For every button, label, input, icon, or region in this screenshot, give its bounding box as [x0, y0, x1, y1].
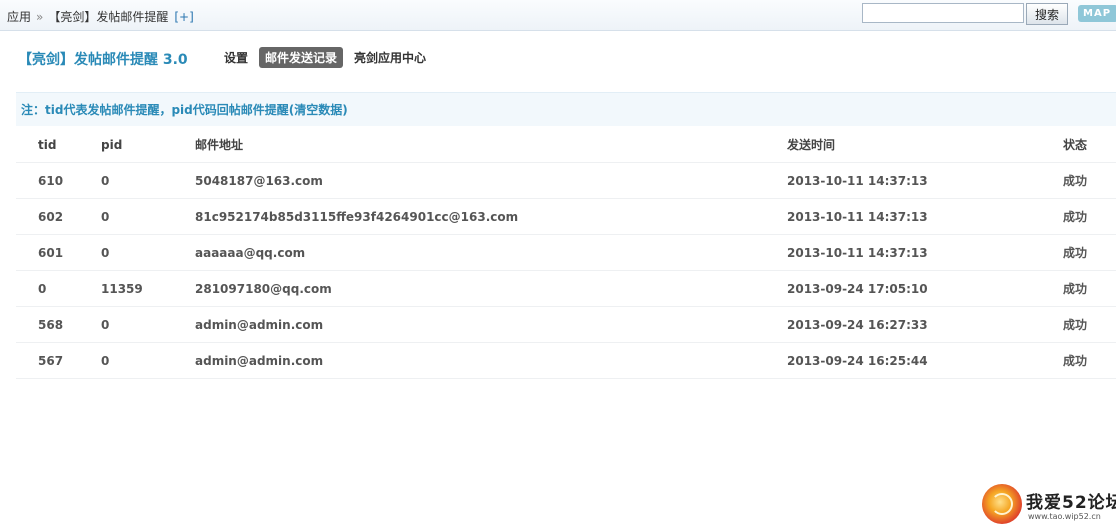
cell-time: 2013-10-11 14:37:13: [787, 198, 1063, 235]
search-button[interactable]: 搜索: [1026, 3, 1068, 25]
search-input[interactable]: [862, 3, 1024, 23]
tab-app-center[interactable]: 亮剑应用中心: [348, 47, 432, 68]
header-pid: pid: [101, 127, 195, 163]
cell-pid: 0: [101, 306, 195, 343]
page-title: 【亮剑】发帖邮件提醒 3.0: [18, 52, 188, 68]
breadcrumb-root-link[interactable]: 应用: [7, 10, 31, 24]
cell-time: 2013-09-24 16:25:44: [787, 342, 1063, 379]
cell-status: 成功: [1063, 234, 1116, 271]
table-row: 601 0 aaaaaa@qq.com 2013-10-11 14:37:13 …: [16, 234, 1116, 271]
table-row: 610 0 5048187@163.com 2013-10-11 14:37:1…: [16, 162, 1116, 199]
cell-email: admin@admin.com: [195, 306, 787, 343]
watermark-name: 我爱52论坛: [1026, 493, 1116, 513]
cell-email: 281097180@qq.com: [195, 270, 787, 307]
header-status: 状态: [1063, 127, 1116, 163]
cell-pid: 0: [101, 198, 195, 235]
breadcrumb-current: 【亮剑】发帖邮件提醒: [48, 10, 169, 24]
tab-settings[interactable]: 设置: [218, 47, 254, 68]
watermark-logo: 我爱52论坛 www.tao.wip52.cn: [982, 484, 1116, 526]
cell-email: 5048187@163.com: [195, 162, 787, 199]
cell-time: 2013-10-11 14:37:13: [787, 234, 1063, 271]
watermark-url: www.tao.wip52.cn: [1028, 512, 1101, 521]
cell-email: admin@admin.com: [195, 342, 787, 379]
cell-status: 成功: [1063, 162, 1116, 199]
table-row: 568 0 admin@admin.com 2013-09-24 16:27:3…: [16, 306, 1116, 343]
notice-bar: 注：tid代表发帖邮件提醒，pid代码回帖邮件提醒(清空数据): [16, 92, 1116, 126]
cell-tid: 602: [16, 198, 101, 235]
cell-time: 2013-10-11 14:37:13: [787, 162, 1063, 199]
cell-status: 成功: [1063, 270, 1116, 307]
cell-tid: 0: [16, 270, 101, 307]
cell-tid: 610: [16, 162, 101, 199]
top-bar: 应用 » 【亮剑】发帖邮件提醒 [+] 搜索 MAP: [0, 0, 1116, 31]
cell-time: 2013-09-24 17:05:10: [787, 270, 1063, 307]
cell-status: 成功: [1063, 198, 1116, 235]
cell-pid: 11359: [101, 270, 195, 307]
cell-pid: 0: [101, 342, 195, 379]
table-row: 567 0 admin@admin.com 2013-09-24 16:25:4…: [16, 342, 1116, 379]
header-time: 发送时间: [787, 127, 1063, 163]
cell-tid: 567: [16, 342, 101, 379]
phoenix-emblem-icon: [982, 484, 1022, 524]
mail-records-table: tid pid 邮件地址 发送时间 状态 610 0 5048187@163.c…: [16, 127, 1116, 379]
cell-email: 81c952174b85d3115ffe93f4264901cc@163.com: [195, 198, 787, 235]
cell-tid: 568: [16, 306, 101, 343]
plugin-nav: 设置 邮件发送记录 亮剑应用中心: [218, 47, 437, 68]
breadcrumb: 应用 » 【亮剑】发帖邮件提醒 [+]: [7, 8, 194, 25]
cell-status: 成功: [1063, 306, 1116, 343]
tab-mail-records[interactable]: 邮件发送记录: [259, 47, 344, 68]
cell-email: aaaaaa@qq.com: [195, 234, 787, 271]
table-header-row: tid pid 邮件地址 发送时间 状态: [16, 127, 1116, 163]
cell-status: 成功: [1063, 342, 1116, 379]
cell-pid: 0: [101, 162, 195, 199]
breadcrumb-separator: »: [36, 10, 44, 24]
header-tid: tid: [16, 127, 101, 163]
table-row: 0 11359 281097180@qq.com 2013-09-24 17:0…: [16, 270, 1116, 307]
cell-tid: 601: [16, 234, 101, 271]
table-row: 602 0 81c952174b85d3115ffe93f4264901cc@1…: [16, 198, 1116, 235]
cell-pid: 0: [101, 234, 195, 271]
cell-time: 2013-09-24 16:27:33: [787, 306, 1063, 343]
map-button[interactable]: MAP: [1078, 5, 1116, 22]
header-email: 邮件地址: [195, 127, 787, 163]
add-to-menu-link[interactable]: [+]: [174, 10, 193, 24]
